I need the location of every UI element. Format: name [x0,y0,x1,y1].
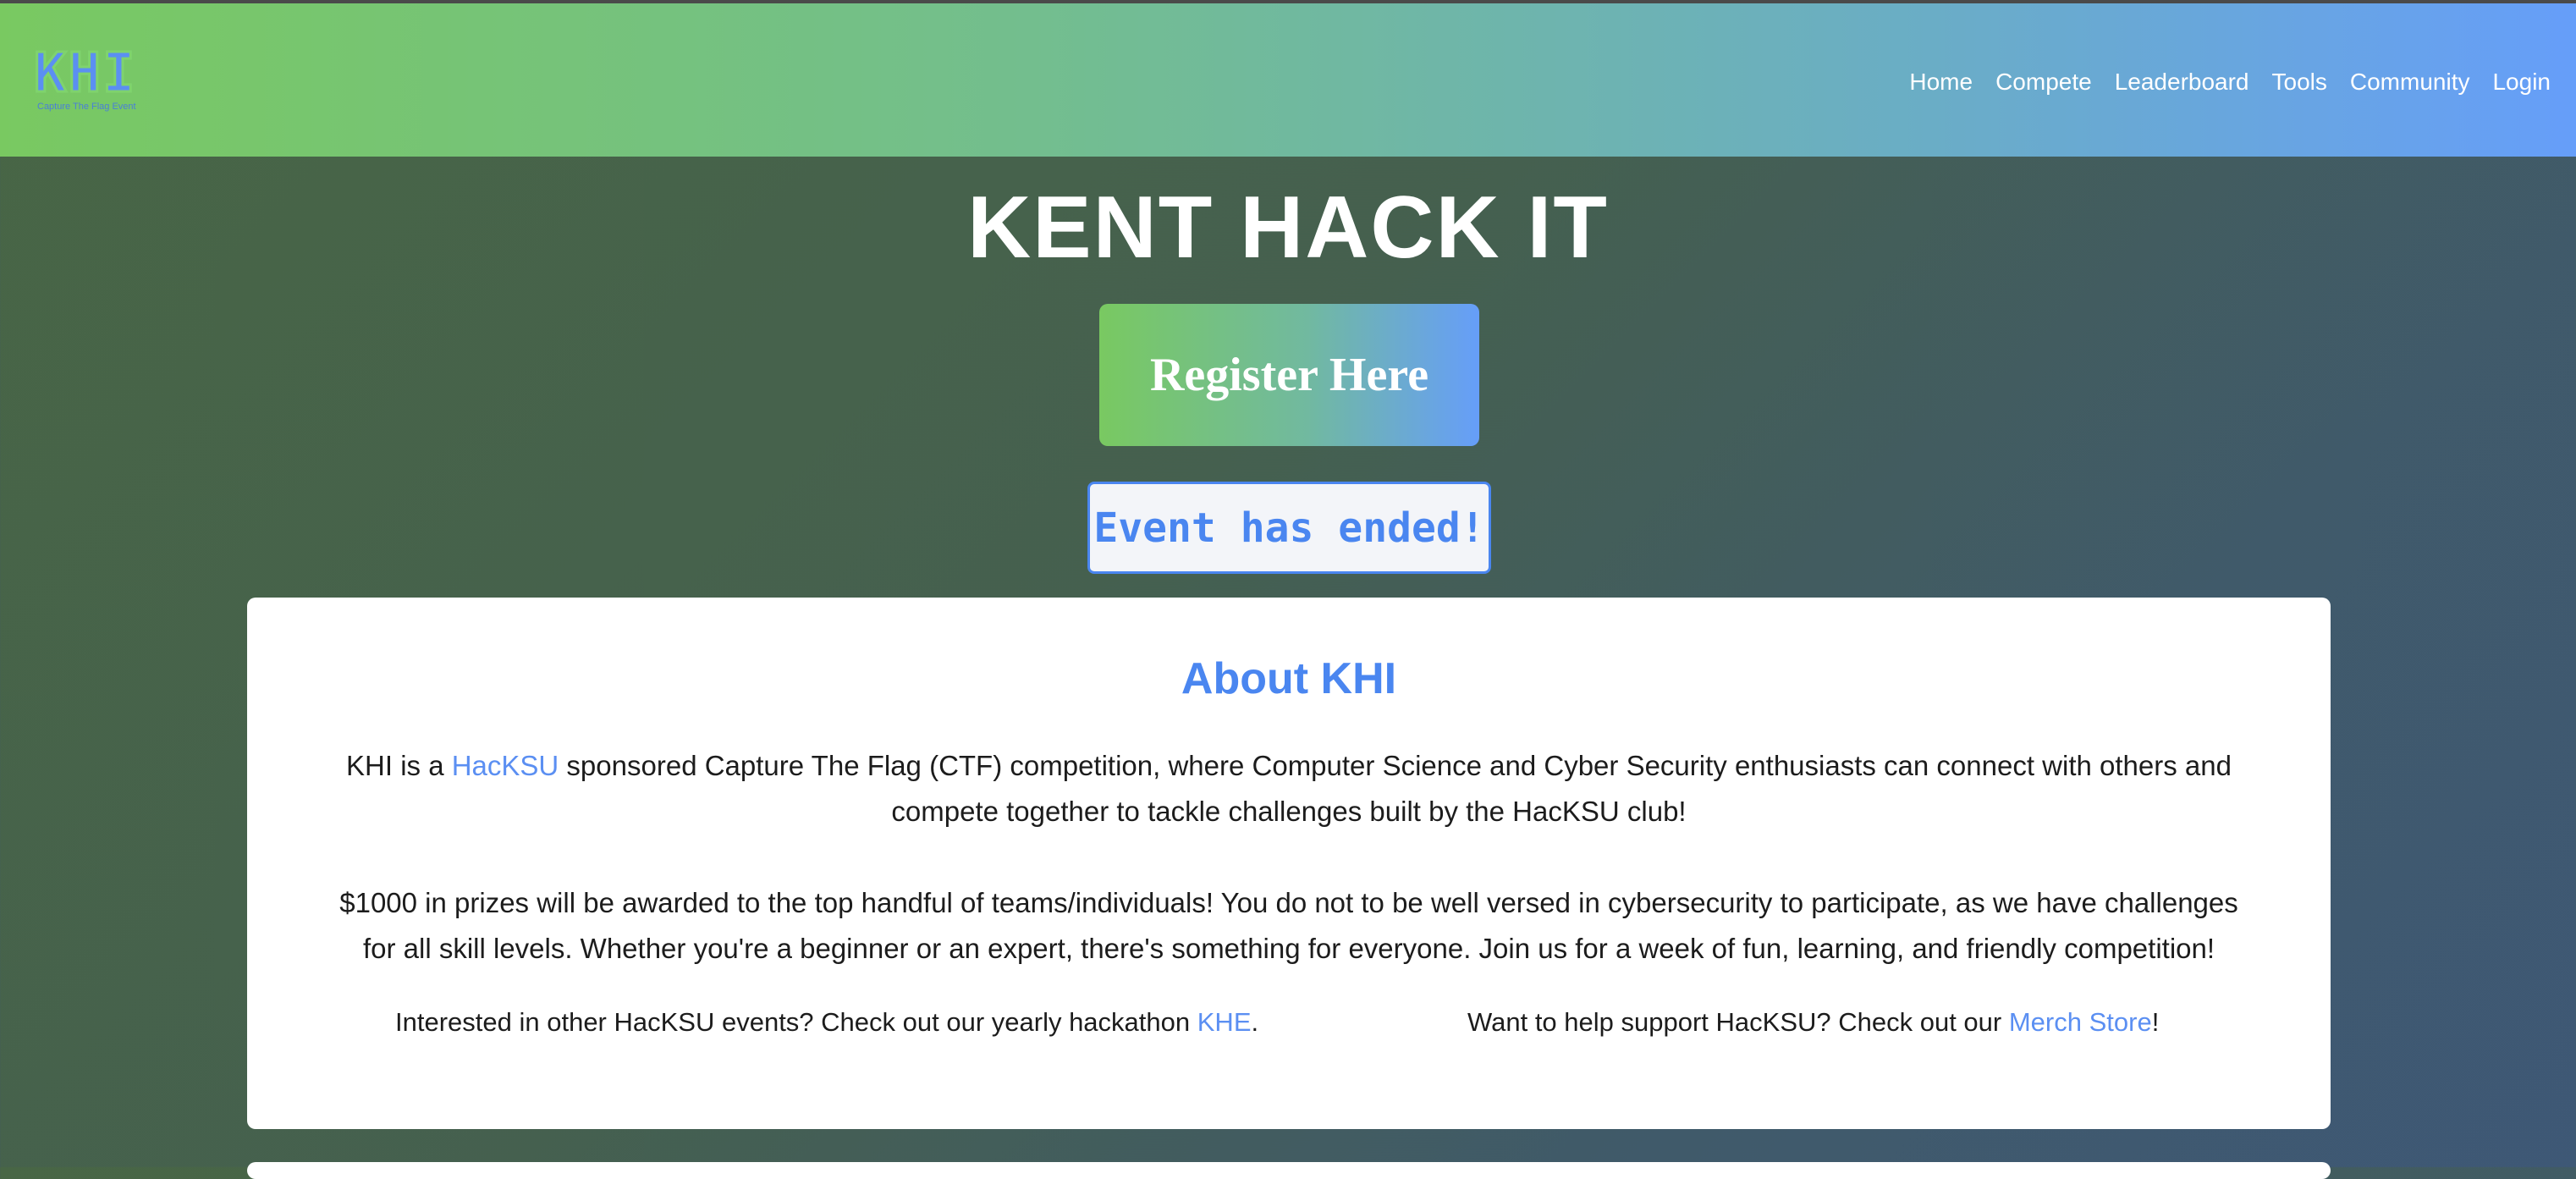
nav-compete[interactable]: Compete [1995,69,2092,96]
about-paragraph-1: KHI is a HacKSU sponsored Capture The Fl… [323,743,2254,835]
logo-text: KHI [33,42,137,105]
register-button[interactable]: Register Here [1099,304,1479,446]
next-section-card [247,1162,2331,1179]
about-title: About KHI [1181,654,1397,703]
merch-store-link[interactable]: Merch Store [2009,1007,2152,1037]
nav-links: Home Compete Leaderboard Tools Community… [1886,3,2551,160]
other-events-text: Interested in other HacKSU events? Check… [395,1007,1258,1038]
merch-label: Want to help support HacKSU? Check out o… [1467,1007,2009,1037]
about-card: About KHI KHI is a HacKSU sponsored Capt… [247,598,2331,1129]
event-status-box: Event has ended! [1087,482,1491,574]
nav-leaderboard[interactable]: Leaderboard [2115,69,2249,96]
hero-title: KENT HACK IT [967,179,1609,277]
about-paragraph-2: $1000 in prizes will be awarded to the t… [339,887,2238,964]
nav-community[interactable]: Community [2350,69,2470,96]
other-events-end: . [1251,1007,1259,1037]
khi-logo[interactable]: KHI Capture The Flag Event [33,42,144,115]
khe-link[interactable]: KHE [1197,1007,1252,1037]
hacksu-link[interactable]: HacKSU [452,750,559,781]
nav-login[interactable]: Login [2492,69,2551,96]
about-p1-text: KHI is a [346,750,452,781]
about-p1-text-rest: sponsored Capture The Flag (CTF) competi… [559,750,2232,827]
other-events-label: Interested in other HacKSU events? Check… [395,1007,1197,1037]
logo-subtitle: Capture The Flag Event [37,102,136,112]
nav-home[interactable]: Home [1909,69,1973,96]
merch-text: Want to help support HacKSU? Check out o… [1467,1007,2159,1038]
top-navbar: KHI Capture The Flag Event Home Compete … [0,0,2576,157]
merch-end: ! [2151,1007,2160,1037]
nav-tools[interactable]: Tools [2272,69,2327,96]
